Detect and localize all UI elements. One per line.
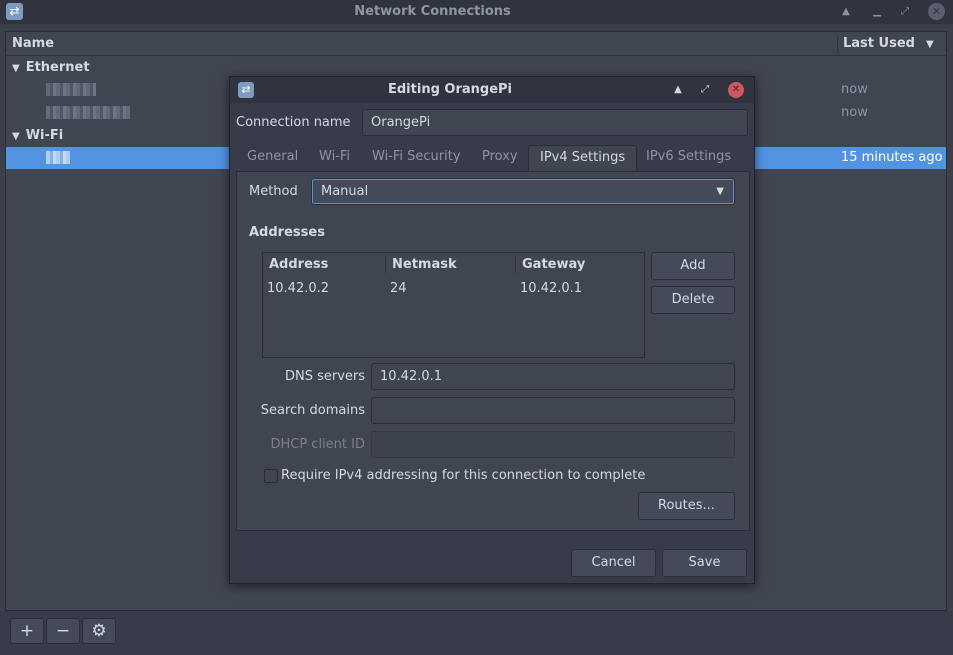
table-cell-netmask[interactable]: 24 — [390, 281, 407, 296]
settings-tabs: General Wi-Fi Wi-Fi Security Proxy IPv4 … — [236, 145, 750, 172]
minimize-window-icon[interactable]: ▁ — [868, 3, 886, 21]
dhcp-client-id-field — [371, 431, 735, 458]
table-header-gateway[interactable]: Gateway — [522, 257, 585, 272]
last-used-value: now — [841, 82, 868, 97]
column-header-name[interactable]: Name — [12, 36, 54, 51]
search-domains-field[interactable] — [371, 397, 735, 424]
chevron-down-icon: ▼ — [716, 186, 724, 197]
close-window-icon[interactable]: ✕ — [928, 3, 945, 20]
method-select[interactable]: Manual ▼ — [311, 178, 735, 205]
addresses-table[interactable]: Address Netmask Gateway 10.42.0.2 24 10.… — [262, 252, 645, 358]
group-label: Ethernet — [25, 60, 90, 75]
dialog-title: Editing OrangePi — [388, 82, 512, 97]
redacted-connection-name — [46, 83, 96, 96]
table-cell-gateway[interactable]: 10.42.0.1 — [520, 281, 582, 296]
expand-arrow-icon[interactable]: ▼ — [12, 63, 20, 74]
cancel-button[interactable]: Cancel — [571, 549, 656, 577]
tab-general[interactable]: General — [247, 149, 298, 164]
delete-address-button[interactable]: Delete — [651, 286, 735, 314]
tab-ipv6-settings[interactable]: IPv6 Settings — [646, 149, 731, 164]
maximize-window-icon[interactable]: ⤢ — [896, 3, 914, 21]
last-used-value: now — [841, 105, 868, 120]
column-divider — [837, 35, 838, 53]
method-label: Method — [249, 184, 298, 199]
shade-window-icon[interactable]: ▲ — [837, 3, 855, 21]
column-header-last-used[interactable]: Last Used — [843, 36, 915, 51]
expand-arrow-icon[interactable]: ▼ — [12, 131, 20, 142]
bottom-toolbar: + − ⚙ — [0, 611, 953, 655]
editing-dialog: ⇄ Editing OrangePi ▲ ⤢ ✕ Connection name… — [229, 76, 755, 584]
group-label: Wi-Fi — [25, 128, 64, 143]
dns-servers-label: DNS servers — [284, 369, 365, 384]
dns-servers-field[interactable]: 10.42.0.1 — [371, 363, 735, 390]
table-cell-address[interactable]: 10.42.0.2 — [267, 281, 329, 296]
require-ipv4-label[interactable]: Require IPv4 addressing for this connect… — [281, 468, 645, 483]
connection-name-label: Connection name — [236, 115, 351, 130]
connection-settings-gear-icon[interactable]: ⚙ — [82, 618, 116, 644]
remove-connection-button[interactable]: − — [46, 618, 80, 644]
table-header-netmask[interactable]: Netmask — [392, 257, 457, 272]
redacted-connection-name — [46, 151, 70, 164]
tab-ipv4-settings[interactable]: IPv4 Settings — [528, 145, 638, 172]
group-ethernet[interactable]: ▼ Ethernet — [12, 60, 90, 75]
column-divider — [515, 256, 516, 273]
tab-proxy[interactable]: Proxy — [482, 149, 518, 164]
main-titlebar: ⇄ Network Connections ▲ ▁ ⤢ ✕ — [0, 0, 953, 24]
shade-dialog-icon[interactable]: ▲ — [670, 82, 686, 98]
group-wifi[interactable]: ▼ Wi-Fi — [12, 128, 63, 143]
ipv4-settings-panel: Method Manual ▼ Addresses Address Netmas… — [236, 171, 750, 531]
redacted-connection-name — [46, 106, 130, 119]
method-select-value: Manual — [321, 184, 369, 199]
add-address-button[interactable]: Add — [651, 252, 735, 280]
maximize-dialog-icon[interactable]: ⤢ — [697, 82, 713, 98]
tab-wifi[interactable]: Wi-Fi — [319, 149, 350, 164]
list-header: Name Last Used ▼ — [6, 32, 946, 56]
connection-name-field[interactable]: OrangePi — [362, 109, 748, 136]
column-divider — [385, 256, 386, 273]
table-header-address[interactable]: Address — [269, 257, 328, 272]
addresses-heading: Addresses — [249, 225, 325, 240]
last-used-value: 15 minutes ago — [841, 150, 943, 165]
dhcp-client-id-label: DHCP client ID — [270, 437, 365, 452]
search-domains-label: Search domains — [260, 403, 365, 418]
window-title: Network Connections — [354, 4, 511, 19]
add-connection-button[interactable]: + — [10, 618, 44, 644]
close-dialog-icon[interactable]: ✕ — [728, 82, 744, 98]
save-button[interactable]: Save — [662, 549, 747, 577]
require-ipv4-checkbox[interactable] — [264, 469, 278, 483]
sort-descending-icon[interactable]: ▼ — [926, 39, 934, 50]
routes-button[interactable]: Routes... — [638, 492, 735, 520]
dialog-titlebar: ⇄ Editing OrangePi ▲ ⤢ ✕ — [230, 77, 754, 103]
tab-wifi-security[interactable]: Wi-Fi Security — [372, 149, 461, 164]
